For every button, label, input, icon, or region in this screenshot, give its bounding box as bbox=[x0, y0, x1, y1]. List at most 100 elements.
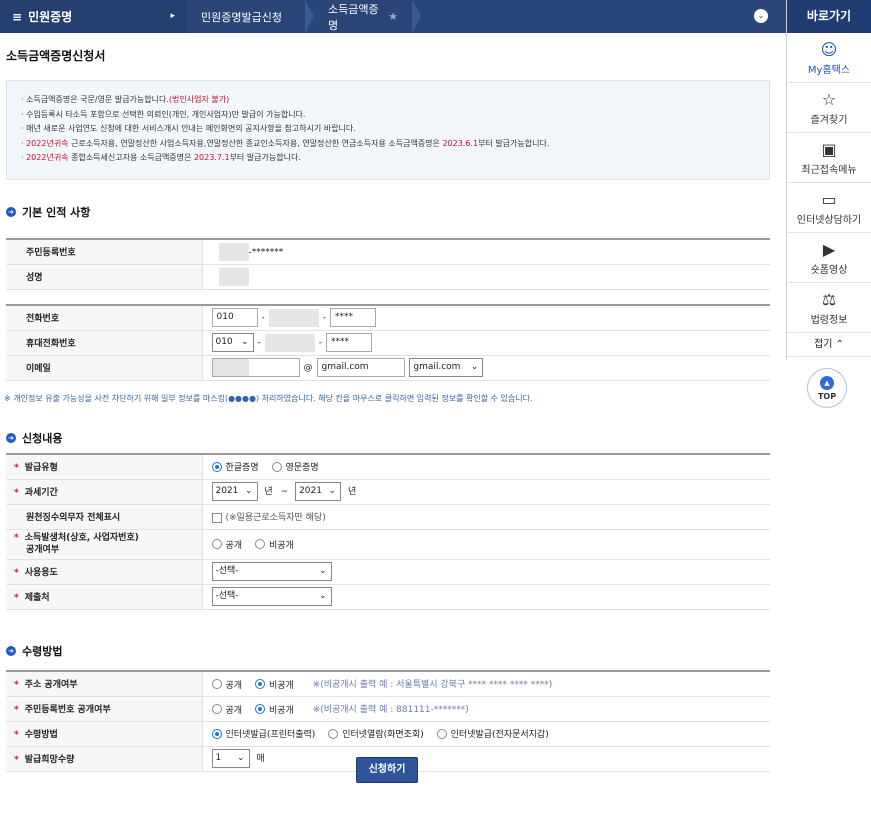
page-title: 소득금액증명신청서 bbox=[6, 49, 106, 63]
breadcrumb-item-1[interactable]: 민원증명발급신청 bbox=[187, 0, 305, 33]
source-closed-radio[interactable] bbox=[254, 539, 265, 549]
section-title-basic: ➜ 기본 인적 사항 bbox=[6, 204, 90, 220]
fold-button[interactable]: 접기 ⌃ bbox=[787, 333, 871, 357]
table-row: * 과세기간 2021 ⌄ 년 ~ 2021 ⌄ 년 bbox=[6, 479, 770, 505]
required-mark: * bbox=[14, 488, 19, 498]
rrn-open-cell: 공개 비공개 ※(비공개시 출력 예 : 881111-*******) bbox=[202, 696, 770, 722]
source-label-line1: 소득발생처(상호, 사업자번호) bbox=[24, 533, 139, 543]
addr-closed-label: 비공개 bbox=[268, 680, 294, 691]
phone-label: 전화번호 bbox=[6, 304, 203, 331]
period-from-select[interactable]: 2021 ⌄ bbox=[211, 482, 258, 501]
submit-to-label: * 제출처 bbox=[6, 584, 203, 610]
table-row: * 소득발생처(상호, 사업자번호) 공개여부 공개 비공개 bbox=[6, 529, 770, 560]
request-table: * 발급유형 한글증명 영문증명 * 과세기간 2021 ⌄ 년 ~ 2021 ⌄ 년 원… bbox=[6, 453, 770, 610]
gavel-icon: ⚖ bbox=[821, 290, 837, 309]
main-menu-button[interactable]: ≡ 민원증명 ▸ bbox=[0, 0, 187, 33]
year-unit: 년 bbox=[347, 487, 357, 497]
table-row: 원천징수의무자 전체표시 (※일용근로소득자만 해당) bbox=[6, 504, 770, 530]
rrn-open-radio-label: 공개 bbox=[225, 705, 243, 716]
quick-item-shortform[interactable]: ▶ 숏폼영상 bbox=[787, 233, 871, 283]
hamburger-icon: ≡ bbox=[12, 9, 23, 24]
notice-text-red: (법인사업자 불가) bbox=[168, 95, 230, 104]
method-label: * 수령방법 bbox=[6, 721, 203, 747]
email-domain-select[interactable]: gmail.com ⌄ bbox=[409, 358, 484, 377]
table-row: * 주소 공개여부 공개 비공개 ※(비공개시 출력 예 : 서울특별시 강북구 … bbox=[6, 670, 770, 697]
period-label: * 과세기간 bbox=[6, 479, 203, 505]
type-english-radio[interactable] bbox=[271, 461, 282, 472]
section-title-text: 기본 인적 사항 bbox=[22, 206, 91, 219]
at-sign: @ bbox=[303, 363, 313, 373]
mobile-field-3[interactable]: **** bbox=[326, 333, 372, 352]
copies-label: * 발급희망수량 bbox=[6, 746, 203, 772]
required-mark: * bbox=[14, 705, 19, 715]
tilde: ~ bbox=[280, 487, 289, 497]
notice-text: 종합소득세신고자용 소득금액증명은 bbox=[68, 153, 194, 162]
copies-select[interactable]: 1 ⌄ bbox=[211, 749, 250, 768]
withhold-checkbox[interactable] bbox=[211, 512, 222, 523]
phone-field-2[interactable] bbox=[268, 308, 319, 327]
chevron-down-icon: ⌄ bbox=[244, 486, 253, 496]
method-print-radio[interactable] bbox=[211, 728, 222, 739]
star-icon: ☆ bbox=[821, 90, 837, 109]
chevron-down-icon: ⌄ bbox=[318, 566, 327, 576]
mobile-field-2[interactable] bbox=[264, 333, 315, 352]
masked-block bbox=[212, 359, 249, 376]
dash: - bbox=[322, 313, 326, 324]
required-mark: * bbox=[14, 680, 19, 691]
submit-to-select[interactable]: -선택- ⌄ bbox=[211, 587, 332, 606]
mobile-prefix-select[interactable]: 010 ⌄ bbox=[211, 333, 254, 352]
arrow-right-icon: ➜ bbox=[6, 207, 16, 217]
source-open-radio[interactable] bbox=[211, 539, 222, 549]
table-row: * 주민등록번호 공개여부 공개 비공개 ※(비공개시 출력 예 : 881111… bbox=[6, 696, 770, 722]
laptop-icon: ▭ bbox=[821, 190, 837, 209]
phone-field-1[interactable]: 010 bbox=[211, 308, 258, 328]
phone-field-3[interactable]: **** bbox=[330, 308, 376, 328]
breadcrumb-item-2[interactable]: 소득금액증명 ★ bbox=[314, 0, 412, 33]
method-view-radio[interactable] bbox=[328, 728, 339, 739]
withhold-label: 원천징수의무자 전체표시 bbox=[6, 504, 203, 530]
arrow-right-icon: ➜ bbox=[6, 646, 16, 656]
table-row: 전화번호 010- - **** bbox=[6, 304, 770, 331]
notice-text-red: 2023.6.1 bbox=[442, 138, 479, 148]
chevron-down-icon: ⌄ bbox=[236, 753, 245, 763]
scroll-top-button[interactable]: ▲ TOP bbox=[807, 368, 847, 408]
rrn-open-label: * 주민등록번호 공개여부 bbox=[6, 696, 203, 722]
table-row: * 사용용도 -선택- ⌄ bbox=[6, 559, 770, 585]
use-select[interactable]: -선택- ⌄ bbox=[211, 562, 332, 581]
recent-icon: ▣ bbox=[821, 140, 837, 159]
quick-item-consult[interactable]: ▭ 인터넷상담하기 bbox=[787, 183, 871, 233]
top-nav-bar: ≡ 민원증명 ▸ 민원증명발급신청 소득금액증명 ★ ⌄ bbox=[0, 0, 786, 33]
quick-item-label: My홈택스 bbox=[807, 65, 851, 76]
chevron-right-icon: ▸ bbox=[170, 11, 175, 21]
rrn-open-radio[interactable] bbox=[211, 704, 222, 714]
withhold-cell: (※일용근로소득자만 해당) bbox=[202, 504, 770, 530]
quick-item-favorites[interactable]: ☆ 즐겨찾기 bbox=[787, 83, 871, 133]
chevron-down-icon[interactable]: ⌄ bbox=[754, 9, 768, 23]
quick-item-myhometax[interactable]: ☺ My홈택스 bbox=[787, 33, 871, 83]
apply-button[interactable]: 신청하기 bbox=[356, 757, 418, 783]
type-korean-radio[interactable] bbox=[211, 461, 222, 472]
method-wallet-radio[interactable] bbox=[436, 728, 447, 739]
quick-item-recent[interactable]: ▣ 최근접속메뉴 bbox=[787, 133, 871, 183]
period-to-select[interactable]: 2021 ⌄ bbox=[295, 482, 342, 501]
basic-info-table: 주민등록번호 -******* 성명 bbox=[6, 238, 770, 290]
required-mark: * bbox=[14, 755, 19, 765]
quick-panel-title: 바로가기 bbox=[787, 0, 871, 33]
table-row: * 제출처 -선택- ⌄ bbox=[6, 584, 770, 610]
table-row: 성명 bbox=[6, 264, 770, 290]
chevron-down-icon: ⌄ bbox=[240, 337, 249, 347]
notice-text: 소득금액증명은 국문/영문 발급가능합니다. bbox=[26, 95, 169, 104]
addr-open-radio[interactable] bbox=[211, 679, 222, 690]
email-domain-field[interactable]: gmail.com bbox=[316, 358, 405, 377]
email-id-field[interactable] bbox=[211, 358, 300, 377]
year-unit: 년 bbox=[264, 487, 273, 497]
addr-closed-radio[interactable] bbox=[254, 679, 265, 690]
copies-cell: 1 ⌄ 매 bbox=[202, 746, 770, 772]
rrn-value-cell: -******* bbox=[202, 238, 770, 265]
rrn-closed-radio[interactable] bbox=[254, 704, 265, 714]
quick-item-label: 숏폼영상 bbox=[810, 265, 848, 276]
method-cell: 인터넷발급(프린터출력) 인터넷열람(화면조회) 인터넷발급(전자문서지갑) bbox=[202, 721, 770, 747]
notice-box: · 소득금액증명은 국문/영문 발급가능합니다.(법인사업자 불가) · 수입등… bbox=[6, 80, 770, 180]
quick-item-law[interactable]: ⚖ 법령정보 bbox=[787, 283, 871, 333]
star-icon[interactable]: ★ bbox=[388, 10, 398, 23]
